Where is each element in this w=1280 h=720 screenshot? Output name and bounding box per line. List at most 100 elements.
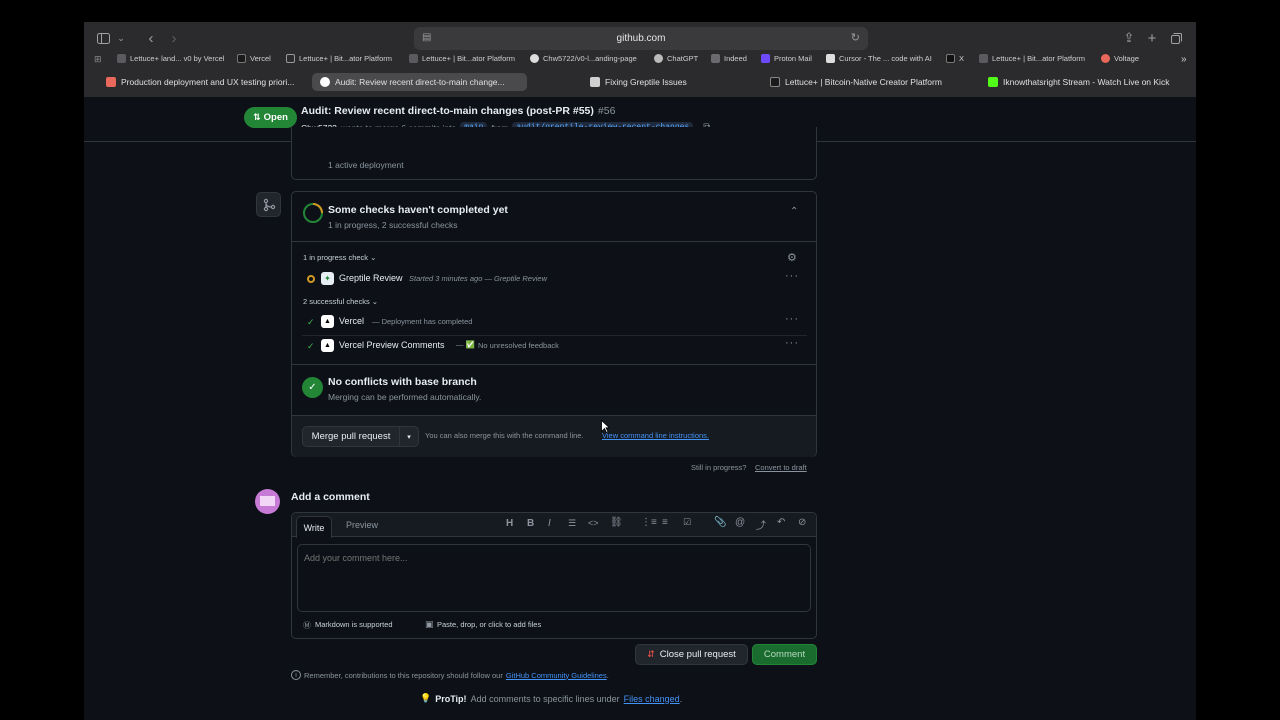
tab-overview-icon[interactable] [1169, 31, 1183, 45]
favorite-item[interactable]: Lettuce+ land... v0 by Vercel [117, 54, 224, 63]
voltage-icon [1101, 54, 1110, 63]
page-settings-icon[interactable]: ▤ [422, 32, 431, 43]
more-favorites-icon[interactable]: » [1181, 54, 1187, 65]
new-tab-icon[interactable]: + [1145, 30, 1159, 47]
cli-instructions-link[interactable]: View command line instructions. [602, 431, 709, 440]
sidebar-toggle-icon[interactable] [96, 31, 110, 45]
checks-summary: 1 in progress, 2 successful checks [328, 220, 458, 230]
comment-textarea[interactable] [297, 544, 811, 612]
heading-icon[interactable]: H [506, 518, 513, 529]
merge-pull-request-button[interactable]: Merge pull request [302, 426, 400, 447]
favorite-item[interactable]: Lettuce+ | Bit...ator Platform [409, 54, 515, 63]
markdown-note[interactable]: Markdown is supported [315, 620, 393, 629]
comment-box: Write Preview H B I ☰ <> ⛓ ⋮≡ ≡ ☑ 📎 @ ⤴ … [291, 512, 817, 639]
check-row[interactable]: ✦ Greptile Review Started 3 minutes ago … [302, 270, 807, 290]
favorite-item[interactable]: Cursor - The ... code with AI [826, 54, 932, 63]
browser-tab[interactable]: Iknowthatsright Stream - Watch Live on K… [980, 73, 1177, 91]
code-icon[interactable]: <> [588, 518, 599, 528]
attach-icon[interactable]: 📎 [714, 517, 726, 528]
favorite-item[interactable]: Chw5722/v0-l...anding-page [530, 54, 637, 63]
in-progress-header[interactable]: 1 in progress check ⌄ [303, 253, 376, 262]
chatgpt-icon [654, 54, 663, 63]
reload-icon[interactable]: ↻ [851, 31, 860, 44]
chevron-up-icon[interactable]: ⌃ [790, 206, 798, 217]
favorites-bar: ⊞ Lettuce+ land... v0 by Vercel Vercel L… [84, 54, 1196, 68]
check-name[interactable]: Greptile Review [339, 273, 403, 283]
checks-header[interactable]: Some checks haven't completed yet 1 in p… [292, 192, 816, 242]
favorite-item[interactable]: ChatGPT [654, 54, 698, 63]
favorite-item[interactable]: Proton Mail [761, 54, 812, 63]
check-name[interactable]: Vercel Preview Comments [339, 340, 445, 350]
status-badge: ⇅ Open [244, 107, 297, 128]
favorite-item[interactable]: X [946, 54, 964, 63]
reference-icon[interactable]: ⤴ [756, 517, 766, 532]
favorite-item[interactable]: Lettuce+ | Bit...ator Platform [286, 54, 392, 63]
lightbulb-icon: 💡 [420, 693, 432, 703]
browser-chrome: ⌄ ‹ › ▤ github.com ↻ ⇪ + ⊞ Lettuce+ land… [84, 22, 1196, 97]
slash-command-icon[interactable]: ⊘ [798, 517, 806, 528]
favorite-item[interactable]: Vercel [237, 54, 271, 63]
favorite-item[interactable]: Voltage [1101, 54, 1139, 63]
globe-icon [117, 54, 126, 63]
deployment-box: 1 active deployment [291, 127, 817, 180]
task-list-icon[interactable]: ☑ [683, 517, 691, 528]
numbered-list-icon[interactable]: ⋮≡ [641, 517, 657, 528]
tab-write[interactable]: Write [296, 516, 332, 538]
favorites-grid-icon[interactable]: ⊞ [94, 54, 102, 65]
check-detail: Started 3 minutes ago — Greptile Review [409, 274, 547, 283]
more-options-icon[interactable]: ··· [785, 337, 799, 349]
x-icon [946, 54, 955, 63]
successful-header[interactable]: 2 successful checks ⌄ [303, 297, 378, 306]
conflicts-subtitle: Merging can be performed automatically. [328, 392, 482, 402]
back-icon[interactable]: ‹ [144, 30, 158, 47]
check-detail: No unresolved feedback [478, 341, 559, 350]
quote-icon[interactable]: ☰ [568, 518, 576, 529]
browser-tab[interactable]: Production deployment and UX testing pri… [98, 73, 302, 91]
check-detail: — Deployment has completed [372, 317, 473, 326]
more-options-icon[interactable]: ··· [785, 313, 799, 325]
close-pull-request-button[interactable]: ⇵ Close pull request [635, 644, 748, 665]
check-row[interactable]: ✓ ▲ Vercel Preview Comments — ✅ No unres… [302, 336, 807, 360]
italic-icon[interactable]: I [548, 518, 551, 529]
merge-options-dropdown[interactable]: ▾ [399, 426, 419, 447]
check-row[interactable]: ✓ ▲ Vercel — Deployment has completed ··… [302, 312, 807, 336]
favorite-item[interactable]: Lettuce+ | Bit...ator Platform [979, 54, 1085, 63]
globe-icon [979, 54, 988, 63]
browser-tab[interactable]: Fixing Greptile Issues [582, 73, 695, 91]
cli-text: You can also merge this with the command… [425, 431, 584, 440]
files-changed-link[interactable]: Files changed [624, 694, 680, 704]
share-icon[interactable]: ⇪ [1122, 30, 1136, 46]
browser-window: ⌄ ‹ › ▤ github.com ↻ ⇪ + ⊞ Lettuce+ land… [84, 22, 1196, 720]
pr-title: Audit: Review recent direct-to-main chan… [301, 105, 616, 117]
tab-preview[interactable]: Preview [346, 520, 378, 530]
unordered-list-icon[interactable]: ≡ [662, 517, 668, 528]
check-name[interactable]: Vercel [339, 316, 364, 326]
check-mark-icon: ✓ [307, 317, 315, 327]
forward-icon[interactable]: › [167, 30, 181, 47]
favorite-item[interactable]: Indeed [711, 54, 747, 63]
bold-icon[interactable]: B [527, 518, 534, 529]
markdown-icon: Ⓜ [303, 621, 311, 630]
undo-icon[interactable]: ↶ [777, 517, 785, 528]
caret-down-icon: ▾ [407, 433, 411, 441]
avatar[interactable] [255, 489, 280, 514]
comment-tab-bar: Write Preview H B I ☰ <> ⛓ ⋮≡ ≡ ☑ 📎 @ ⤴ … [292, 513, 816, 538]
more-options-icon[interactable]: ··· [785, 270, 799, 282]
checks-title: Some checks haven't completed yet [328, 204, 508, 216]
comment-button[interactable]: Comment [752, 644, 817, 665]
proton-icon [761, 54, 770, 63]
url-text: github.com [616, 33, 666, 44]
browser-tab[interactable]: Lettuce+ | Bitcoin-Native Creator Platfo… [762, 73, 950, 91]
gear-icon[interactable]: ⚙ [787, 251, 797, 264]
convert-to-draft-link[interactable]: Convert to draft [755, 463, 807, 472]
chevron-down-icon[interactable]: ⌄ [116, 31, 126, 45]
link-icon[interactable]: ⛓ [610, 517, 623, 528]
guidelines-link[interactable]: GitHub Community Guidelines [506, 671, 607, 680]
globe-icon [409, 54, 418, 63]
tab-favicon-icon [770, 77, 780, 87]
browser-tab-active[interactable]: Audit: Review recent direct-to-main chan… [312, 73, 527, 91]
tab-bar: Production deployment and UX testing pri… [84, 71, 1196, 93]
address-bar[interactable]: ▤ github.com ↻ [414, 27, 868, 50]
mention-icon[interactable]: @ [735, 517, 745, 528]
attach-files-note[interactable]: Paste, drop, or click to add files [437, 620, 541, 629]
